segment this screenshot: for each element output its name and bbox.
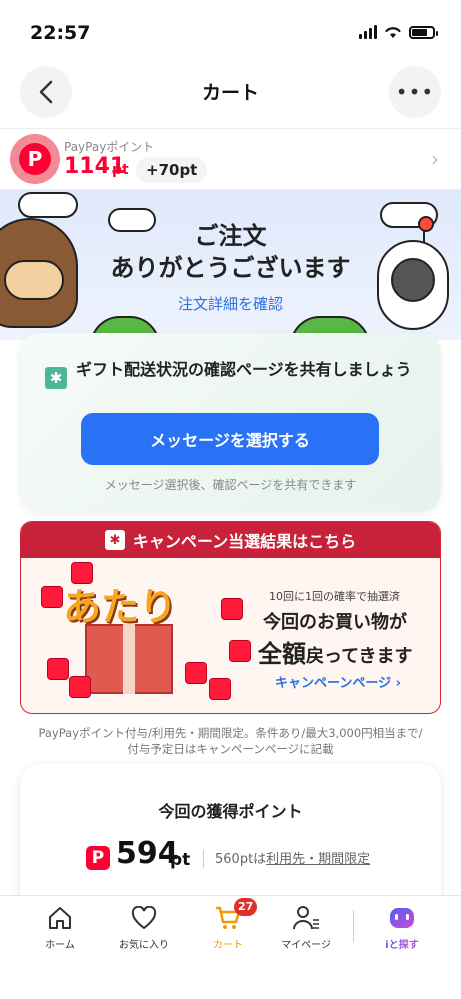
nav-bar: カート ••• [0,64,461,128]
home-icon [47,904,73,932]
earned-points-title: 今回の獲得ポイント [158,802,303,821]
limited-points-link[interactable]: 利用先・期間限定 [266,852,370,867]
points-bonus-badge: +70pt [136,157,208,183]
share-note: メッセージ選択後、確認ページを共有できます [104,478,357,492]
status-icons [359,25,438,39]
earned-points-note: 560ptは利用先・期間限定 [215,852,371,867]
more-icon: ••• [395,80,435,104]
gift-icon: ✱ [104,530,125,550]
thank-you-banner: ご注文 ありがとうございます 注文詳細を確認 [0,190,461,340]
heart-icon [131,904,157,932]
tab-divider [353,910,354,942]
campaign-line1: 今回のお買い物が [263,612,407,633]
cart-count-badge: 27 [234,898,258,916]
tab-label: iと探す [385,936,418,951]
campaign-page-link[interactable]: キャンペーンページ › [275,672,401,691]
battery-icon [409,25,438,39]
tab-label: カート [213,940,243,951]
share-card: ✱ ギフト配送状況の確認ページを共有しましょう メッセージを選択する メッセージ… [20,333,441,511]
chevron-right-icon: › [431,147,439,171]
user-icon [292,904,320,932]
signal-icon [359,25,377,39]
tab-label: マイページ [281,940,331,951]
campaign-header: ✱ キャンペーン当選結果はこちら [21,522,440,558]
campaign-sub: 10回に1回の確率で抽選済 [269,590,400,603]
gift-icon: ✱ [45,367,67,389]
points-unit: pt [112,162,129,178]
tab-cart[interactable]: 27 カート [188,898,268,951]
share-title: ギフト配送状況の確認ページを共有しましょう [76,360,412,379]
tab-mypage[interactable]: マイページ [266,904,346,951]
atari-illustration: あたり [33,562,255,708]
tab-favorites[interactable]: お気に入り [104,904,184,951]
tab-ai-search[interactable]: iと探す [362,904,442,951]
campaign-line2: 全額戻ってきます [258,640,413,668]
order-details-link[interactable]: 注文詳細を確認 [0,293,461,314]
points-label: PayPayポイント [64,140,155,154]
campaign-banner[interactable]: ✱ キャンペーン当選結果はこちら あたり 10回に1回の確率で抽選済 今回のお買… [20,521,441,714]
ai-assistant-icon [388,904,416,932]
bottom-tab-bar: ホーム お気に入り 27 カート マイページ iと探す [0,895,461,999]
status-bar: 22:57 [0,0,461,64]
paypay-icon: P [86,846,110,870]
wifi-icon [385,27,401,38]
atari-text: あたり [63,585,178,629]
select-message-button[interactable]: メッセージを選択する [81,413,379,465]
more-button[interactable]: ••• [389,66,441,118]
paypay-logo-icon: P [10,134,60,184]
thank-you-title: ご注文 ありがとうございます [110,222,351,282]
divider [203,850,204,868]
cloud-decoration [18,192,78,218]
status-time: 22:57 [30,22,91,44]
paypay-points-bar[interactable]: P PayPayポイント 1141 pt +70pt › [0,128,461,190]
campaign-disclaimer: PayPayポイント付与/利用先・期間限定。条件あり/最大3,000円相当まで/… [38,726,423,756]
tab-home[interactable]: ホーム [20,904,100,951]
tab-label: お気に入り [119,940,169,951]
earned-points-unit: pt [170,850,191,870]
tab-label: ホーム [45,940,75,951]
